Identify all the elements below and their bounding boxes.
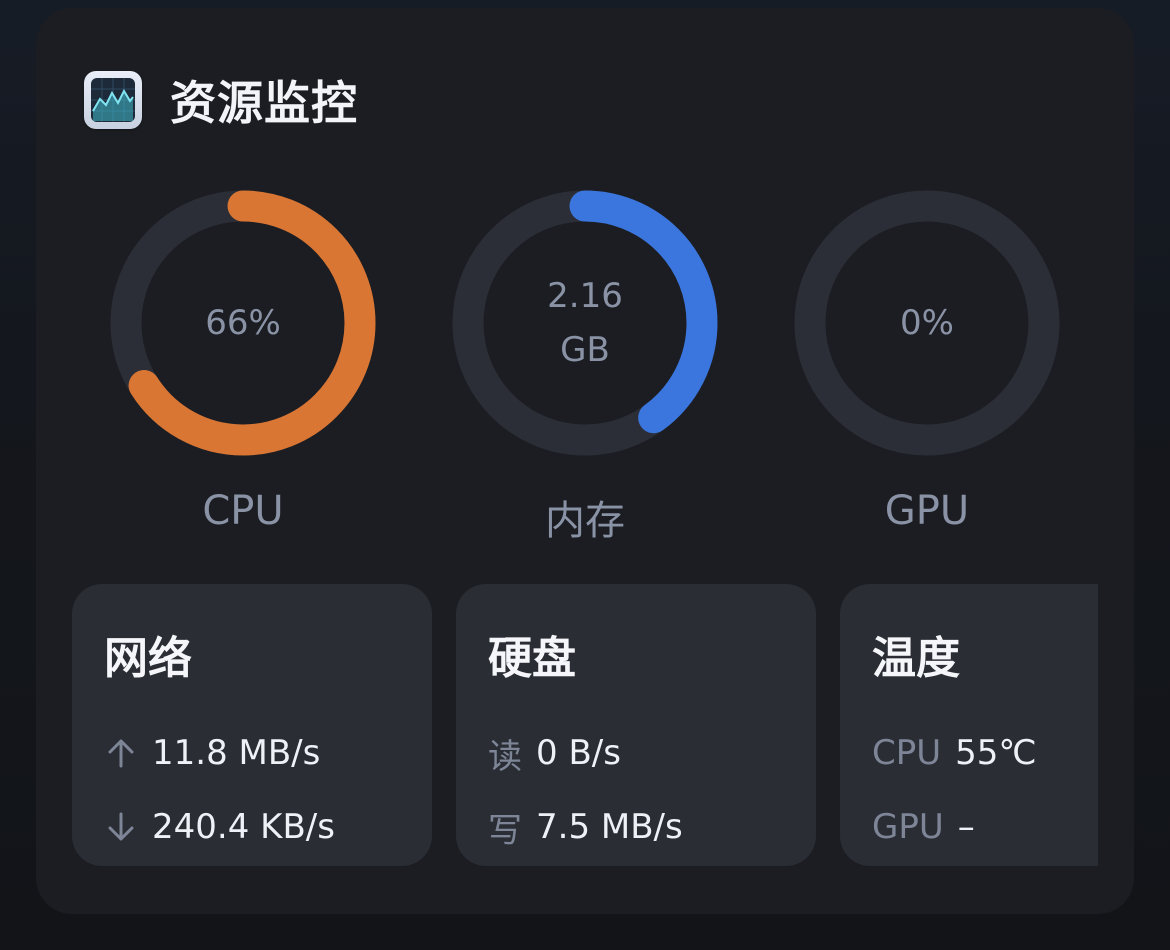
disk-read-value: 0 B/s xyxy=(536,733,621,773)
temperature-cpu-row: CPU 55℃ xyxy=(872,716,1098,790)
disk-write-row: 写 7.5 MB/s xyxy=(488,790,816,864)
disk-read-label: 读 xyxy=(488,736,522,777)
disk-card[interactable]: 硬盘 读 0 B/s 写 7.5 MB/s xyxy=(456,584,816,866)
arrow-down-icon xyxy=(104,810,138,844)
disk-write-value: 7.5 MB/s xyxy=(536,807,683,847)
arrow-up-icon xyxy=(104,736,138,770)
network-title: 网络 xyxy=(104,633,192,684)
network-download-row: 240.4 KB/s xyxy=(104,790,432,864)
disk-title: 硬盘 xyxy=(488,633,576,684)
network-upload-row: 11.8 MB/s xyxy=(104,716,432,790)
network-upload-value: 11.8 MB/s xyxy=(152,733,321,773)
temperature-card[interactable]: 温度 CPU 55℃ GPU – xyxy=(840,584,1098,866)
cards-clip: 网络 11.8 MB/s 240.4 KB/s 硬盘 读 0 B/s 写 7.5… xyxy=(36,8,1098,914)
network-card[interactable]: 网络 11.8 MB/s 240.4 KB/s xyxy=(72,584,432,866)
disk-read-row: 读 0 B/s xyxy=(488,716,816,790)
temperature-gpu-value: – xyxy=(957,807,975,847)
temperature-cpu-value: 55℃ xyxy=(955,733,1037,773)
temperature-title: 温度 xyxy=(872,633,960,684)
network-download-value: 240.4 KB/s xyxy=(152,807,335,847)
resource-monitor-panel: 资源监控 66% CPU 2.16 GB 内存 0% GPU 网络 11.8 M… xyxy=(36,8,1134,914)
temperature-cpu-label: CPU xyxy=(872,733,942,773)
disk-write-label: 写 xyxy=(488,810,522,851)
temperature-gpu-label: GPU xyxy=(872,807,944,847)
temperature-gpu-row: GPU – xyxy=(872,790,1098,864)
